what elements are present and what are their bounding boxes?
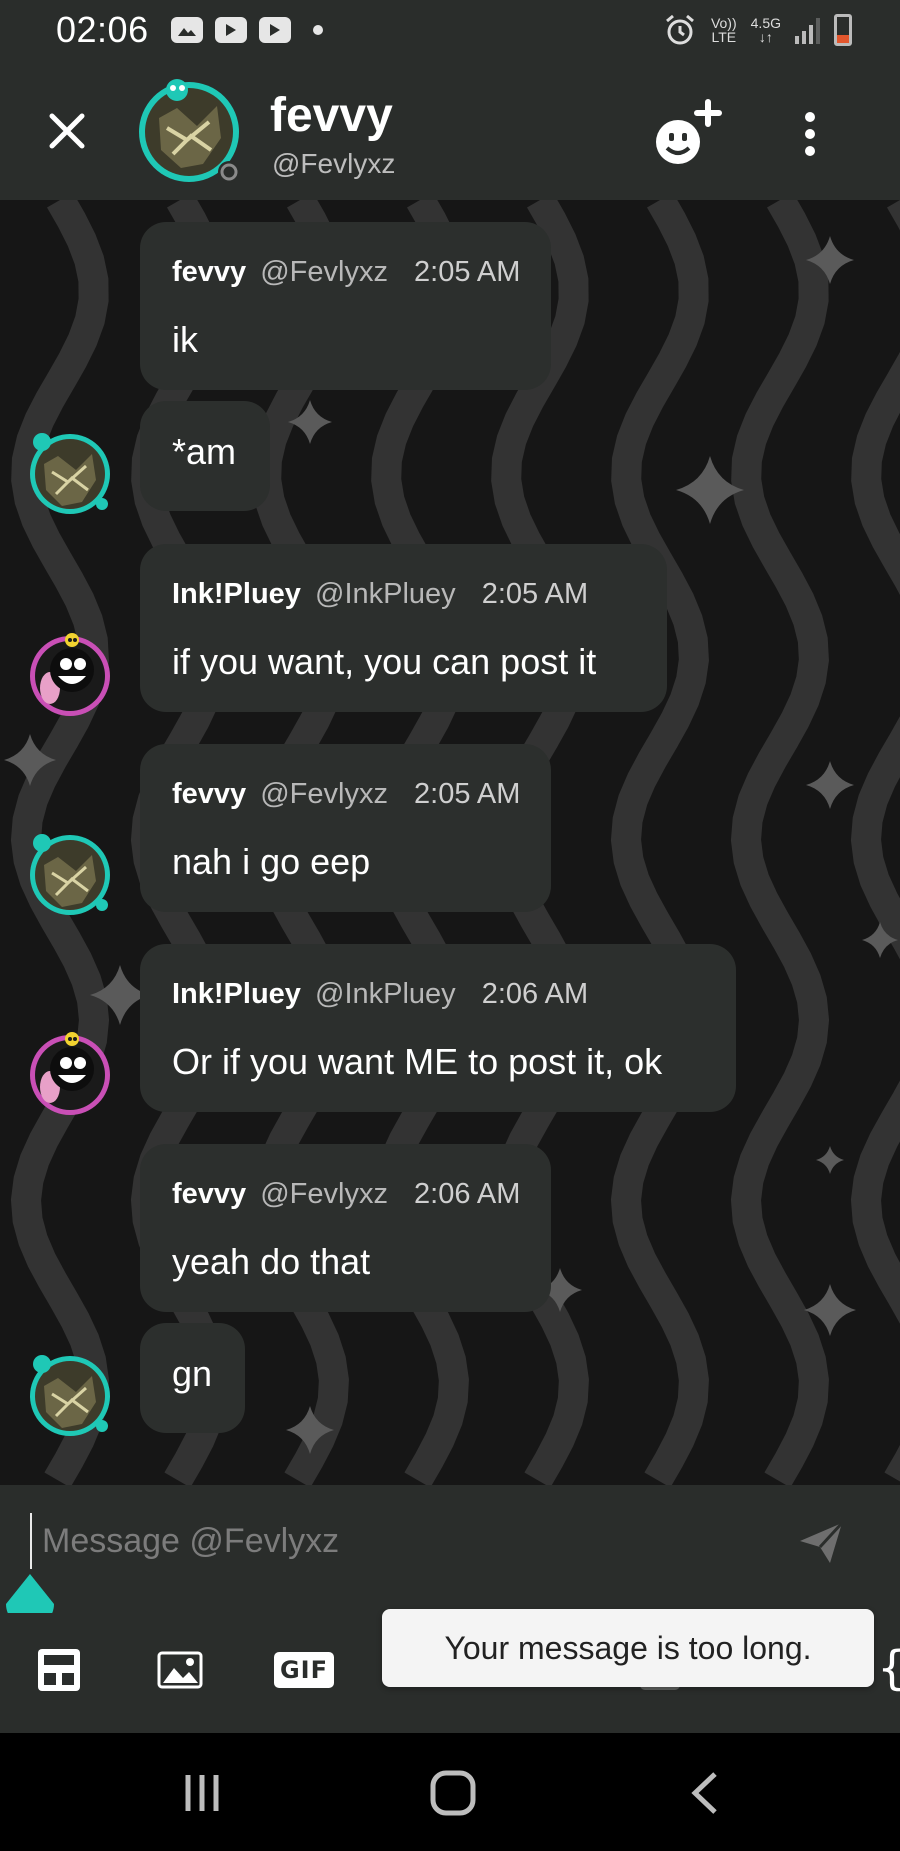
background-wave — [610, 200, 710, 1485]
message-handle: @InkPluey — [315, 978, 456, 1010]
message-text: nah i go eep — [172, 841, 371, 882]
message-handle: @Fevlyxz — [260, 1178, 388, 1210]
alarm-icon — [665, 14, 694, 45]
avatar-fevvy[interactable] — [26, 428, 114, 516]
message-text: if you want, you can post it — [172, 641, 597, 682]
message-author[interactable]: fevvy — [172, 1178, 246, 1210]
message-time: 2:05 AM — [414, 778, 521, 810]
message-time: 2:06 AM — [414, 1178, 521, 1210]
back-icon — [691, 1772, 717, 1814]
youtube-notification-icon-2 — [258, 17, 291, 43]
message-meta: fevvy @Fevlyxz 2:05 AM — [172, 778, 520, 811]
message-input[interactable] — [30, 1513, 770, 1569]
gallery-notification-icon — [170, 17, 203, 43]
message-text: *am — [172, 431, 237, 472]
message-bubble[interactable]: fevvy @Fevlyxz 2:06 AM yeah do that — [140, 1144, 551, 1312]
notification-icons — [170, 17, 323, 43]
system-navigation-bar — [0, 1733, 900, 1851]
message-text: Or if you want ME to post it, ok — [172, 1041, 663, 1082]
data-indicator: 4.5G ↓↑ — [751, 16, 781, 44]
message-bubble[interactable]: fevvy @Fevlyxz 2:05 AM ik — [140, 222, 551, 390]
home-icon — [430, 1770, 476, 1816]
add-reaction-button[interactable] — [652, 98, 722, 168]
sticker-icon — [38, 1649, 80, 1691]
image-button[interactable] — [153, 1645, 207, 1695]
youtube-notification-icon — [214, 17, 247, 43]
gif-label: GIF — [273, 1652, 335, 1688]
message-meta: Ink!Pluey @InkPluey 2:06 AM — [172, 978, 588, 1011]
message-handle: @Fevlyxz — [260, 778, 388, 810]
volte-bottom-label: LTE — [711, 29, 737, 45]
sticker-button[interactable] — [32, 1645, 86, 1695]
home-button[interactable] — [423, 1763, 483, 1823]
message-text: yeah do that — [172, 1241, 371, 1282]
background-wave — [730, 200, 830, 1485]
avatar-inkpluey[interactable] — [26, 630, 114, 718]
recent-apps-icon — [185, 1775, 219, 1811]
system-status-icons: Vo)) LTE 4.5G ↓↑ — [663, 13, 852, 47]
error-toast: Your message is too long. — [382, 1609, 874, 1687]
sparkle-icon — [816, 1146, 844, 1174]
close-icon — [49, 113, 85, 149]
message-bubble[interactable]: Ink!Pluey @InkPluey 2:06 AM Or if you wa… — [140, 944, 736, 1112]
battery-icon — [834, 14, 852, 46]
message-bubble[interactable]: gn — [140, 1323, 245, 1433]
image-icon — [157, 1651, 203, 1689]
message-author[interactable]: fevvy — [172, 778, 246, 810]
message-handle: @InkPluey — [315, 578, 456, 610]
status-time: 02:06 — [56, 9, 149, 50]
background-wave — [850, 200, 900, 1482]
message-meta: fevvy @Fevlyxz 2:06 AM — [172, 1178, 520, 1211]
data-bottom-label: ↓↑ — [758, 29, 773, 45]
code-button[interactable]: { — [878, 1641, 900, 1695]
message-text: ik — [172, 319, 198, 360]
sparkle-icon — [806, 761, 854, 809]
message-bubble[interactable]: *am — [140, 401, 270, 511]
avatar-inkpluey[interactable] — [26, 1029, 114, 1117]
chat-area[interactable]: fevvy @Fevlyxz 2:05 AM ik *am Ink!Pluey … — [0, 200, 900, 1485]
message-author[interactable]: Ink!Pluey — [172, 578, 301, 610]
message-bubble[interactable]: Ink!Pluey @InkPluey 2:05 AM if you want,… — [140, 544, 667, 712]
send-button[interactable] — [796, 1517, 846, 1567]
volte-indicator: Vo)) LTE — [711, 16, 737, 44]
message-time: 2:05 AM — [414, 256, 521, 288]
recent-apps-button[interactable] — [172, 1763, 232, 1823]
message-meta: Ink!Pluey @InkPluey 2:05 AM — [172, 578, 588, 611]
signal-strength-icon — [795, 16, 820, 44]
gif-button[interactable]: GIF — [273, 1645, 335, 1695]
message-text: gn — [172, 1353, 213, 1394]
avatar-fevvy[interactable] — [26, 1350, 114, 1438]
message-handle: @Fevlyxz — [260, 256, 388, 288]
more-notifications-dot-icon — [312, 25, 323, 35]
volte-top-label: Vo)) — [710, 15, 737, 31]
status-bar: 02:06 Vo)) LTE 4.5G ↓↑ — [0, 0, 900, 60]
avatar-fevvy[interactable] — [26, 829, 114, 917]
message-time: 2:05 AM — [481, 578, 589, 610]
header-handle: @Fevlyxz — [272, 148, 396, 179]
message-composer — [0, 1485, 900, 1613]
message-bubble[interactable]: fevvy @Fevlyxz 2:05 AM nah i go eep — [140, 744, 551, 912]
back-button[interactable] — [675, 1763, 735, 1823]
more-options-button[interactable] — [788, 102, 832, 166]
dm-header: fevvy @Fevlyxz — [0, 60, 900, 200]
message-time: 2:06 AM — [481, 978, 589, 1010]
close-button[interactable] — [38, 102, 96, 160]
message-author[interactable]: fevvy — [172, 256, 246, 288]
header-avatar[interactable] — [137, 78, 245, 186]
data-top-label: 4.5G — [750, 15, 781, 31]
message-meta: fevvy @Fevlyxz 2:05 AM — [172, 256, 520, 289]
header-display-name: fevvy — [270, 89, 393, 142]
message-author[interactable]: Ink!Pluey — [172, 978, 301, 1010]
